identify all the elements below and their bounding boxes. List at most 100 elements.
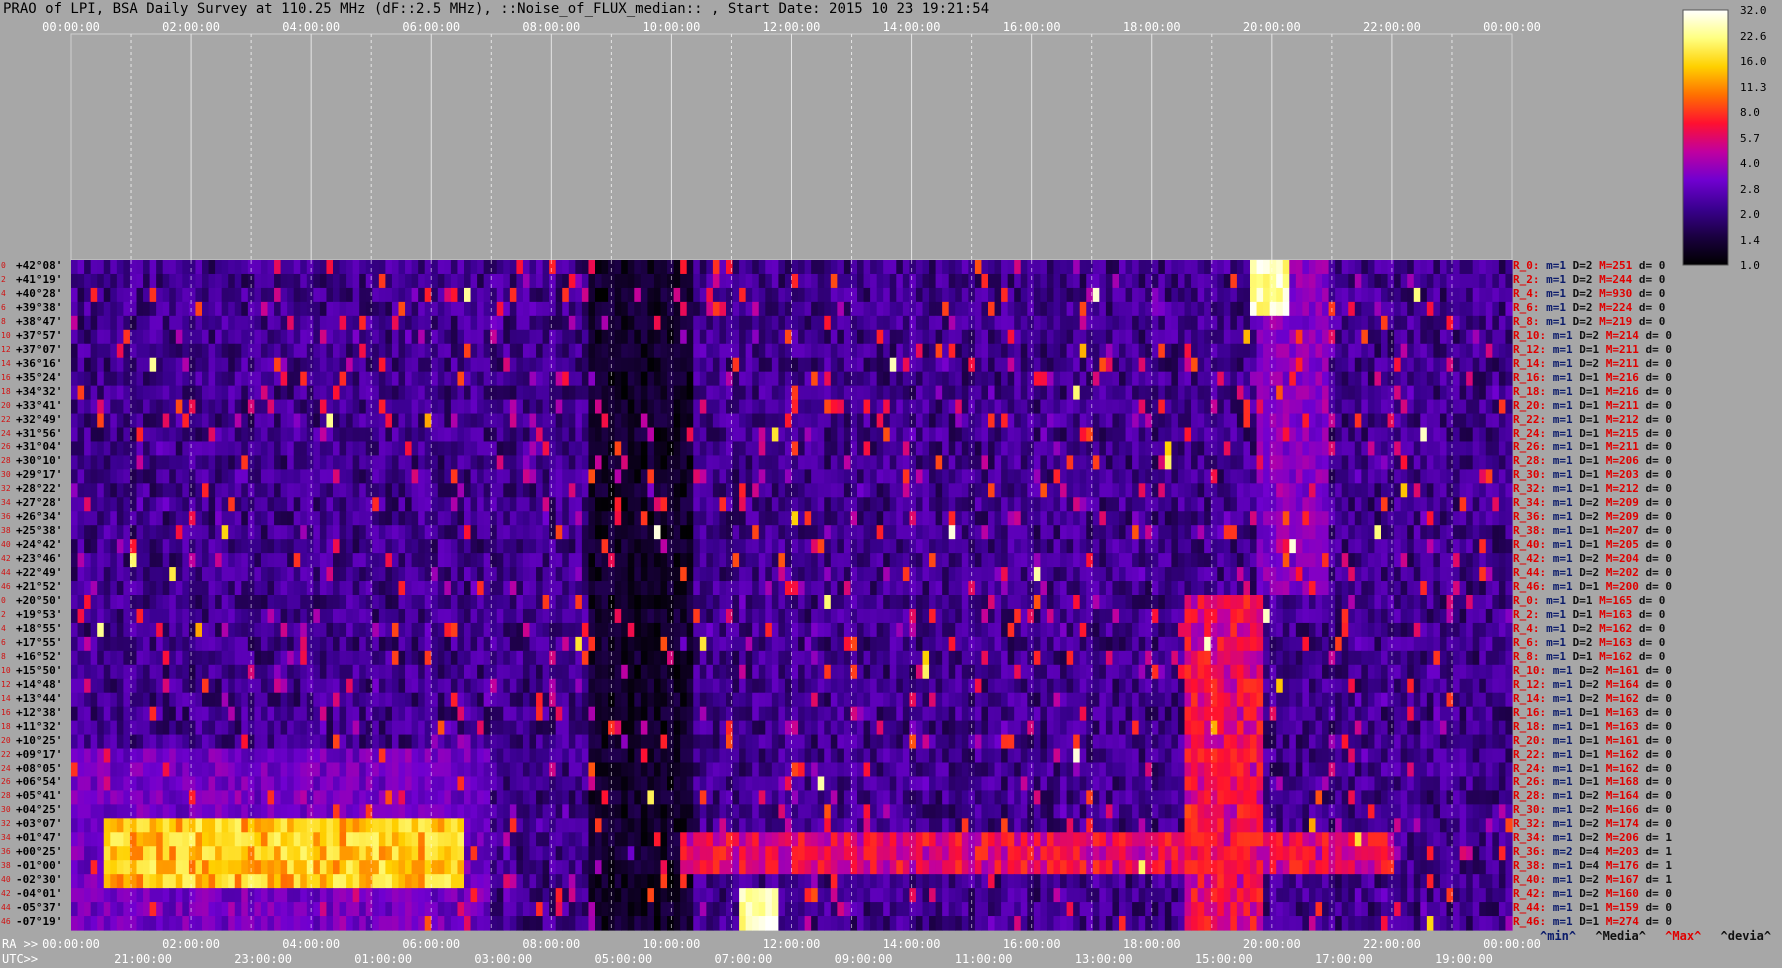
heatmap-cell (595, 315, 603, 331)
heatmap-cell (450, 385, 459, 401)
heatmap-cell (1158, 329, 1166, 345)
heatmap-cell (1394, 497, 1402, 512)
heatmap-cell (699, 441, 707, 457)
heatmap-cell (202, 357, 210, 373)
heatmap-cell (1308, 343, 1317, 359)
heatmap-cell (1505, 315, 1513, 331)
heatmap-cell (116, 273, 124, 289)
heatmap-cell (84, 497, 92, 512)
heatmap-cell (1092, 427, 1100, 443)
heatmap-cell (653, 301, 662, 317)
heatmap-cell (1066, 469, 1074, 484)
heatmap-cell (1177, 539, 1186, 554)
heatmap-cell (1040, 385, 1048, 401)
heatmap-cell (739, 399, 747, 415)
heatmap-cell (1433, 539, 1441, 554)
heatmap-cell (1282, 371, 1290, 387)
heatmap-cell (1027, 539, 1035, 554)
heatmap-cell (1466, 497, 1474, 512)
heatmap-cell (372, 357, 380, 373)
heatmap-cell (1040, 525, 1048, 540)
heatmap-cell (215, 260, 223, 275)
heatmap-cell (1453, 260, 1461, 275)
heatmap-cell (1230, 553, 1238, 568)
heatmap-cell (437, 511, 445, 526)
heatmap-cell (1112, 525, 1120, 540)
heatmap-cell (260, 260, 269, 275)
heatmap-cell (1112, 483, 1120, 498)
heatmap-cell (1400, 455, 1408, 470)
heatmap-cell (1420, 273, 1428, 289)
heatmap-cell (352, 287, 360, 303)
heatmap-cell (97, 539, 105, 554)
heatmap-cell (162, 315, 170, 331)
heatmap-cell (457, 273, 465, 289)
heatmap-cell (935, 469, 943, 484)
heatmap-cell (1132, 469, 1140, 484)
heatmap-cell (372, 329, 380, 345)
heatmap-cell (1105, 329, 1114, 345)
heatmap-cell (1250, 539, 1258, 554)
heatmap-cell (1151, 483, 1159, 498)
heatmap-cell (922, 329, 930, 345)
heatmap-cell (1204, 260, 1212, 275)
heatmap-cell (726, 315, 734, 331)
heatmap-cell (1191, 371, 1199, 387)
heatmap-cell (378, 469, 386, 484)
heatmap-cell (988, 469, 996, 484)
heatmap-cell (1361, 469, 1369, 484)
heatmap-cell (568, 413, 576, 429)
heatmap-cell (300, 567, 308, 582)
heatmap-cell (771, 357, 779, 373)
heatmap-cell (300, 483, 308, 498)
heatmap-cell (640, 301, 648, 317)
heatmap-cell (896, 539, 904, 554)
heatmap-cell (686, 539, 694, 554)
heatmap-cell (1007, 385, 1015, 401)
heatmap-cell (752, 483, 760, 498)
heatmap-cell (870, 413, 878, 429)
heatmap-cell (162, 483, 170, 498)
heatmap-cell (804, 287, 812, 303)
heatmap-cell (77, 525, 85, 540)
heatmap-cell (1367, 273, 1376, 289)
heatmap-cell (1381, 427, 1389, 443)
heatmap-cell (1381, 553, 1389, 568)
heatmap-cell (1138, 469, 1146, 484)
heatmap-cell (778, 343, 786, 359)
heatmap-cell (909, 497, 917, 512)
heatmap-cell (1086, 483, 1094, 498)
heatmap-cell (1236, 553, 1245, 568)
heatmap-cell (712, 273, 721, 289)
heatmap-cell (758, 539, 766, 554)
heatmap-cell (293, 455, 301, 470)
heatmap-cell (1472, 413, 1480, 429)
heatmap-cell (909, 427, 917, 443)
heatmap-cell (319, 539, 328, 554)
heatmap-cell (1001, 371, 1009, 387)
heatmap-cell (1230, 260, 1238, 275)
heatmap-cell (444, 511, 452, 526)
heatmap-cell (712, 371, 721, 387)
heatmap-cell (614, 441, 622, 457)
heatmap-cell (915, 413, 924, 429)
heatmap-cell (562, 260, 570, 275)
heatmap-cell (1400, 315, 1408, 331)
heatmap-cell (1394, 399, 1402, 415)
heatmap-cell (1374, 553, 1382, 568)
heatmap-cell (300, 273, 308, 289)
heatmap-cell (922, 413, 930, 429)
heatmap-cell (162, 497, 170, 512)
heatmap-cell (549, 427, 557, 443)
heatmap-cell (444, 413, 452, 429)
heatmap-cell (346, 329, 354, 345)
heatmap-cell (182, 511, 190, 526)
heatmap-cell (1040, 343, 1048, 359)
heatmap-cell (359, 455, 367, 470)
heatmap-cell (1361, 399, 1369, 415)
heatmap-cell (804, 567, 812, 582)
heatmap-cell (1112, 497, 1120, 512)
heatmap-cell (411, 525, 419, 540)
heatmap-cell (699, 343, 707, 359)
heatmap-cell (509, 371, 517, 387)
